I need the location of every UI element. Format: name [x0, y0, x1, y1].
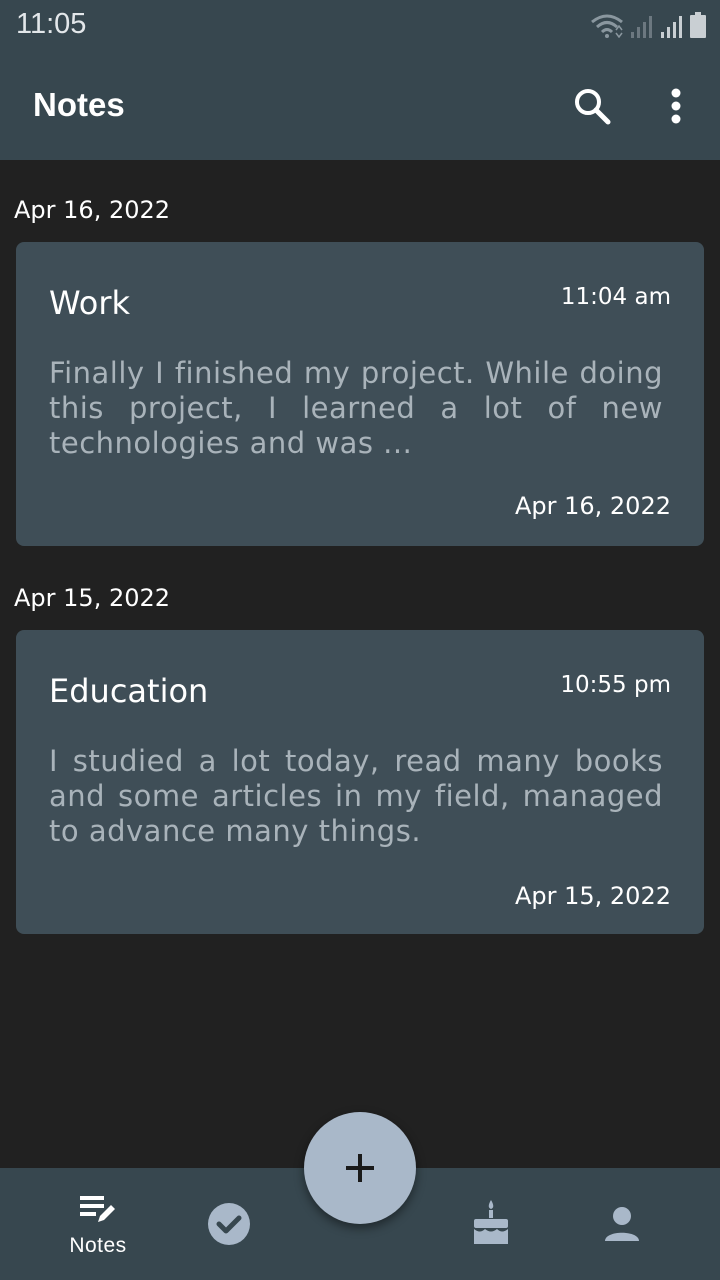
add-note-button[interactable] [304, 1112, 416, 1224]
note-date: Apr 16, 2022 [514, 492, 671, 520]
nav-item-profile[interactable] [562, 1168, 682, 1280]
more-vertical-icon [671, 88, 681, 124]
signal-icon-1 [631, 16, 652, 38]
note-title: Work [49, 284, 131, 322]
section-date-header: Apr 15, 2022 [14, 584, 171, 612]
cake-icon [474, 1200, 508, 1244]
signal-icon-2 [661, 16, 682, 38]
notes-edit-icon [80, 1196, 115, 1222]
nav-item-tasks[interactable] [169, 1168, 289, 1280]
page-title: Notes [33, 86, 125, 123]
note-time: 11:04 am [560, 284, 671, 310]
nav-item-birthdays[interactable] [431, 1168, 551, 1280]
note-title: Education [49, 672, 209, 710]
status-icons [590, 12, 706, 38]
check-circle-icon [208, 1203, 250, 1245]
status-bar: 11:05 [0, 0, 720, 50]
note-card[interactable]: Work 11:04 am Finally I finished my proj… [16, 242, 704, 546]
search-icon [575, 89, 611, 125]
plus-icon [346, 1154, 374, 1182]
app-bar: Notes [0, 50, 720, 160]
note-time: 10:55 pm [560, 672, 671, 698]
note-date: Apr 15, 2022 [514, 882, 671, 910]
search-button[interactable] [566, 80, 618, 132]
battery-icon [690, 12, 706, 38]
more-options-button[interactable] [650, 80, 702, 132]
section-date-header: Apr 16, 2022 [14, 196, 171, 224]
status-time: 11:05 [16, 8, 87, 40]
note-card[interactable]: Education 10:55 pm I studied a lot today… [16, 630, 704, 934]
person-icon [605, 1207, 639, 1241]
note-body: Finally I finished my project. While doi… [49, 356, 663, 460]
note-body: I studied a lot today, read many books a… [49, 744, 663, 848]
nav-item-notes[interactable]: Notes [38, 1168, 158, 1280]
nav-item-label: Notes [69, 1234, 127, 1257]
wifi-icon [591, 14, 623, 38]
